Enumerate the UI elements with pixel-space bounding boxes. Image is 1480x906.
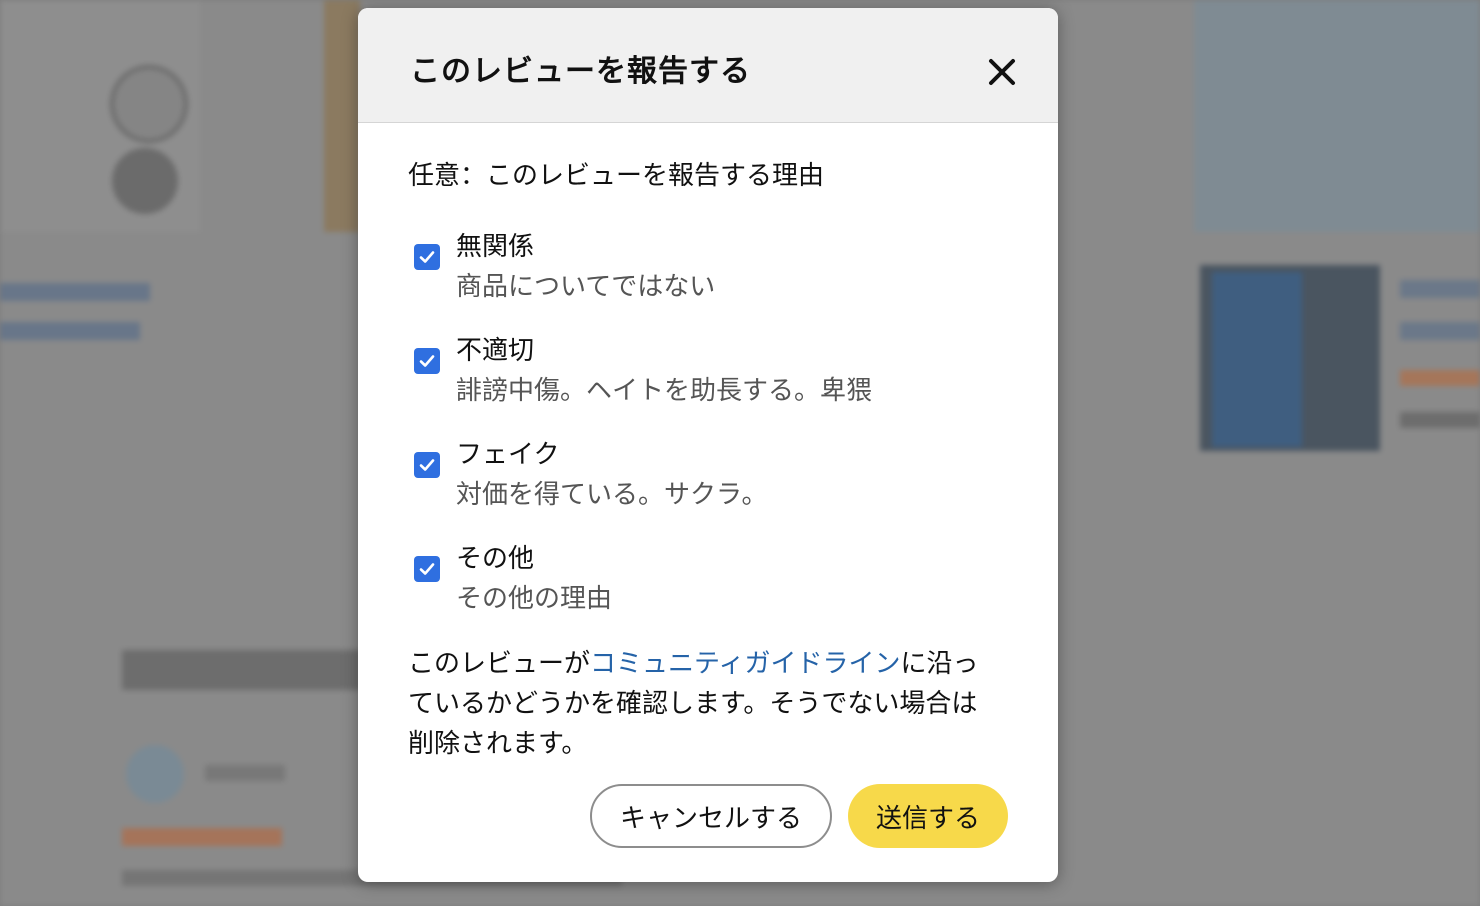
checkmark-icon bbox=[419, 459, 435, 471]
checkbox-irrelevant[interactable] bbox=[414, 244, 440, 270]
notice-text-before: このレビューが bbox=[408, 649, 591, 679]
option-other[interactable]: その他 その他の理由 bbox=[408, 540, 1008, 620]
option-description: 商品についてではない bbox=[456, 272, 716, 302]
option-title: 無関係 bbox=[456, 232, 535, 262]
checkmark-icon bbox=[419, 251, 435, 263]
option-texts: その他 その他の理由 bbox=[456, 540, 612, 620]
cancel-button[interactable]: キャンセルする bbox=[590, 784, 832, 848]
checkbox-inappropriate[interactable] bbox=[414, 348, 440, 374]
report-review-dialog: このレビューを報告する 任意：このレビューを報告する理由 無関係 商品についてで… bbox=[358, 8, 1058, 882]
close-button[interactable] bbox=[980, 50, 1024, 94]
option-inappropriate[interactable]: 不適切 誹謗中傷。ヘイトを助長する。卑猥 bbox=[408, 332, 1008, 412]
checkmark-icon bbox=[419, 355, 435, 367]
option-irrelevant[interactable]: 無関係 商品についてではない bbox=[408, 228, 1008, 308]
background-product-image bbox=[1212, 272, 1302, 447]
background-link bbox=[0, 322, 140, 340]
checkbox-other[interactable] bbox=[414, 556, 440, 582]
checkmark-icon bbox=[419, 563, 435, 575]
background-text bbox=[1400, 322, 1480, 340]
background-rating bbox=[1400, 370, 1480, 386]
background-heading bbox=[122, 650, 362, 690]
dialog-body: 任意：このレビューを報告する理由 無関係 商品についてではない 不適切 誹謗中傷… bbox=[408, 158, 1008, 764]
community-guidelines-link[interactable]: コミュニティガイドライン bbox=[590, 649, 900, 679]
option-texts: フェイク 対価を得ている。サクラ。 bbox=[456, 436, 767, 516]
submit-button[interactable]: 送信する bbox=[848, 784, 1008, 848]
background-link bbox=[0, 283, 150, 301]
background-circle-icon bbox=[112, 148, 178, 214]
option-texts: 無関係 商品についてではない bbox=[456, 228, 715, 308]
background-rating bbox=[122, 828, 282, 846]
option-fake[interactable]: フェイク 対価を得ている。サクラ。 bbox=[408, 436, 1008, 516]
dialog-actions: キャンセルする 送信する bbox=[590, 784, 1008, 848]
option-title: その他 bbox=[456, 544, 535, 574]
checkbox-fake[interactable] bbox=[414, 452, 440, 478]
background-circle-icon bbox=[110, 65, 188, 143]
background-text bbox=[1400, 412, 1480, 428]
option-title: フェイク bbox=[456, 440, 560, 470]
background-text bbox=[1400, 280, 1480, 298]
background-image-strip bbox=[324, 0, 360, 232]
review-notice: このレビューがコミュニティガイドラインに沿っているかどうかを確認します。そうでな… bbox=[408, 644, 998, 764]
close-icon bbox=[989, 59, 1015, 85]
dialog-header: このレビューを報告する bbox=[358, 8, 1058, 123]
option-description: 対価を得ている。サクラ。 bbox=[456, 480, 768, 510]
option-description: その他の理由 bbox=[456, 584, 613, 614]
dialog-title: このレビューを報告する bbox=[410, 54, 751, 89]
option-texts: 不適切 誹謗中傷。ヘイトを助長する。卑猥 bbox=[456, 332, 872, 412]
background-avatar bbox=[126, 745, 184, 803]
background-image bbox=[1194, 0, 1480, 232]
background-text bbox=[205, 765, 285, 781]
option-title: 不適切 bbox=[456, 336, 535, 366]
option-description: 誹謗中傷。ヘイトを助長する。卑猥 bbox=[456, 376, 873, 406]
reason-prompt: 任意：このレビューを報告する理由 bbox=[408, 161, 825, 191]
